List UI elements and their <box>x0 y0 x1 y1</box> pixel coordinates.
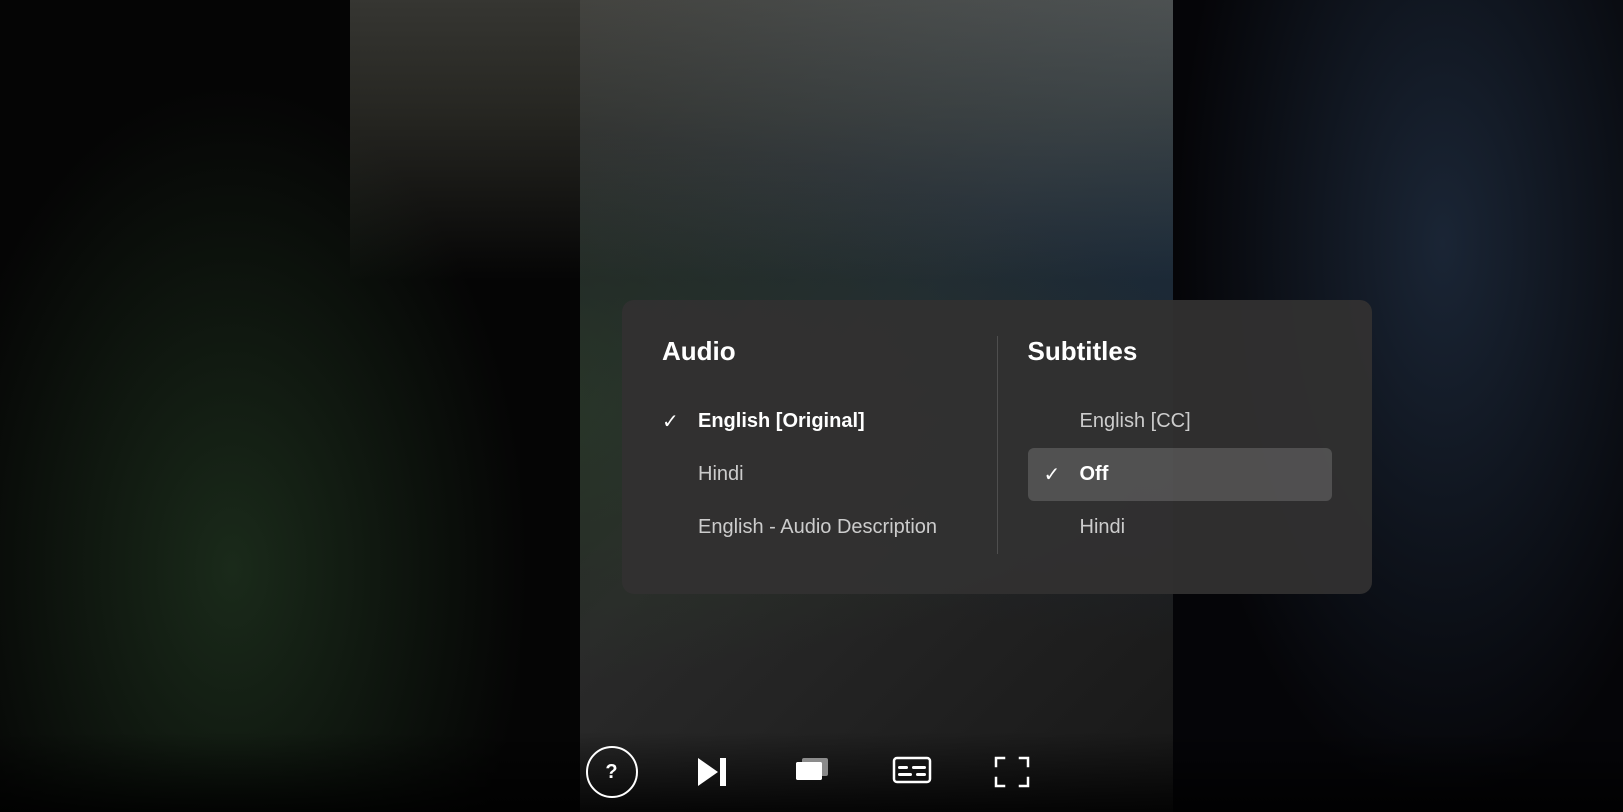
audio-label-hindi: Hindi <box>698 463 744 486</box>
audio-option-english-ad[interactable]: ✓ English - Audio Description <box>662 501 967 554</box>
audio-label-english-original: English [Original] <box>698 410 865 433</box>
audio-column: Audio ✓ English [Original] ✓ Hindi ✓ Eng… <box>662 336 987 554</box>
control-bar: ? <box>0 732 1623 812</box>
check-icon-off: ✓ <box>1044 462 1064 487</box>
help-icon: ? <box>605 761 617 784</box>
fullscreen-button[interactable] <box>986 746 1038 798</box>
subtitles-column: Subtitles ✓ English [CC] ✓ Off ✓ Hindi <box>1008 336 1333 554</box>
subtitles-icon <box>892 754 932 790</box>
audio-option-english-original[interactable]: ✓ English [Original] <box>662 395 967 448</box>
subtitle-option-off[interactable]: ✓ Off <box>1028 448 1333 501</box>
audio-option-hindi[interactable]: ✓ Hindi <box>662 448 967 501</box>
subtitle-label-off: Off <box>1080 463 1109 486</box>
audio-label-english-ad: English - Audio Description <box>698 516 937 539</box>
help-button[interactable]: ? <box>586 746 638 798</box>
audio-header: Audio <box>662 336 967 367</box>
audio-subtitles-panel: Audio ✓ English [Original] ✓ Hindi ✓ Eng… <box>622 300 1372 594</box>
episodes-button[interactable] <box>786 746 838 798</box>
subtitle-option-english-cc[interactable]: ✓ English [CC] <box>1028 395 1333 448</box>
subtitles-header: Subtitles <box>1028 336 1333 367</box>
subtitles-button[interactable] <box>886 746 938 798</box>
skip-forward-button[interactable] <box>686 746 738 798</box>
fullscreen-icon <box>992 754 1032 790</box>
skip-forward-icon <box>694 754 730 790</box>
top-light <box>350 0 1250 280</box>
panel-divider <box>997 336 998 554</box>
subtitle-label-english-cc: English [CC] <box>1080 410 1191 433</box>
episodes-icon <box>794 754 830 790</box>
subtitle-option-hindi[interactable]: ✓ Hindi <box>1028 501 1333 554</box>
subtitle-label-hindi: Hindi <box>1080 516 1126 539</box>
check-icon-english-original: ✓ <box>662 409 682 434</box>
